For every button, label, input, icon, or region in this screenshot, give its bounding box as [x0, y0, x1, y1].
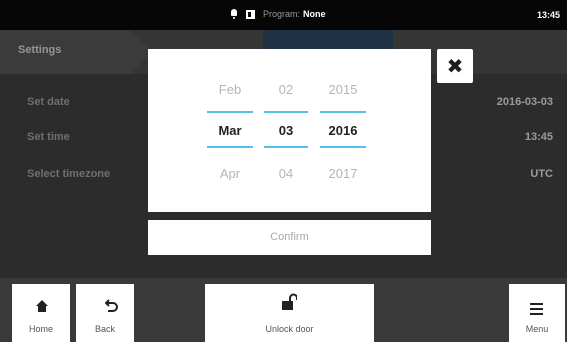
- day-selected[interactable]: 03: [262, 123, 310, 138]
- month-selected[interactable]: Mar: [205, 123, 255, 138]
- day-picker[interactable]: 02 03 04: [262, 49, 310, 212]
- day-prev[interactable]: 02: [262, 82, 310, 97]
- menu-icon: [530, 303, 543, 318]
- year-line-bottom: [320, 146, 366, 148]
- home-label: Home: [28, 324, 53, 334]
- unlock-icon: [282, 293, 297, 310]
- day-next[interactable]: 04: [262, 166, 310, 181]
- month-line-top: [207, 111, 253, 113]
- card-icon: [246, 9, 255, 19]
- year-line-top: [320, 111, 366, 113]
- year-picker[interactable]: 2015 2016 2017: [318, 49, 368, 212]
- day-line-top: [264, 111, 308, 113]
- year-selected[interactable]: 2016: [318, 123, 368, 138]
- home-icon: [36, 300, 48, 312]
- day-line-bottom: [264, 146, 308, 148]
- close-icon: ✖: [446, 56, 464, 78]
- unlock-door-button[interactable]: Unlock door: [205, 284, 374, 342]
- year-prev[interactable]: 2015: [318, 82, 368, 97]
- program-label: Program:: [263, 9, 301, 19]
- month-prev[interactable]: Feb: [205, 82, 255, 97]
- back-button[interactable]: Back: [76, 284, 134, 342]
- program-status: Program: None: [263, 9, 326, 19]
- bottom-bar: Home Back Unlock door Menu: [0, 278, 567, 342]
- menu-button[interactable]: Menu: [509, 284, 565, 342]
- date-picker-dialog: Feb Mar Apr 02 03 04 2015 2016 2017: [148, 49, 431, 212]
- program-value: None: [303, 9, 326, 19]
- clock: 13:45: [536, 10, 560, 20]
- home-button[interactable]: Home: [12, 284, 70, 342]
- back-label: Back: [94, 324, 115, 334]
- year-next[interactable]: 2017: [318, 166, 368, 181]
- month-line-bottom: [207, 146, 253, 148]
- status-center: Program: None: [230, 9, 326, 19]
- confirm-label: Confirm: [270, 231, 309, 243]
- month-next[interactable]: Apr: [205, 166, 255, 181]
- bell-icon: [230, 9, 238, 19]
- confirm-button[interactable]: Confirm: [148, 220, 431, 255]
- month-picker[interactable]: Feb Mar Apr: [205, 49, 255, 212]
- close-button[interactable]: ✖: [437, 49, 473, 83]
- back-icon: [105, 299, 118, 312]
- unlock-label: Unlock door: [265, 324, 314, 334]
- menu-label: Menu: [525, 324, 549, 334]
- status-bar: Program: None 13:45: [0, 0, 567, 30]
